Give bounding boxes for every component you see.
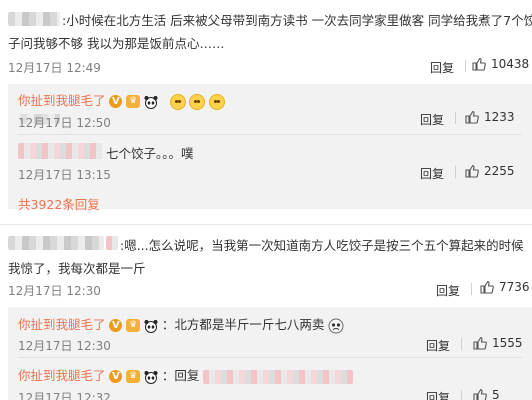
like-button[interactable]: 1233 [465,110,515,124]
panda-icon [144,370,158,384]
v-badge-icon: V [109,95,123,108]
reply-button[interactable]: 回复 [420,111,444,128]
reply-date: 12月17日 12:32 [18,391,111,400]
username-mosaic [8,12,60,26]
comment-text-line1: :嗯...怎么说呢，当我第一次知道南方人吃饺子是按三个五个算起来的时候 [120,238,524,253]
reply-button[interactable]: 回复 [426,337,450,354]
comment-text-line2: 我惊了，我每次都是一斤 [8,261,146,276]
v-badge-icon: V [109,370,123,383]
thumbs-up-icon [472,57,486,71]
panda-icon [144,95,158,109]
like-button[interactable]: 1555 [473,336,523,350]
username-mosaic [203,369,354,384]
comment-text-line1: :小时候在北方生活 后来被父母带到南方读书 一次去同学家里做客 同学给我煮了7个… [62,13,532,28]
action-divider [461,338,462,350]
reply-divider [18,134,522,135]
reply-section: 你扯到我腿毛了 V ♛ ：北方都是半斤一斤七八两卖 12月17日 12:30 回… [8,307,532,400]
reply-date: 12月17日 13:15 [18,168,111,182]
reply-author[interactable]: 你扯到我腿毛了 [18,93,106,108]
crown-icon: ♛ [126,95,141,108]
comment-2: :嗯...怎么说呢，当我第一次知道南方人吃饺子是按三个五个算起来的时候 我惊了，… [0,225,532,400]
crown-icon: ♛ [126,319,141,332]
reply-author[interactable]: 你扯到我腿毛了 [18,368,106,383]
like-count: 1555 [492,336,523,350]
reply-button[interactable]: 回复 [430,59,454,76]
reply-item: 你扯到我腿毛了 V ♛ ：回复 12月17日 12:32 回复 5 [8,359,532,400]
username-mosaic [8,236,104,250]
reply-button[interactable]: 回复 [420,165,444,182]
thumbs-up-icon [480,280,494,294]
v-badge-icon: V [109,319,123,332]
like-button[interactable]: 7736 [480,280,530,294]
thumbs-up-icon [473,336,487,350]
username-mosaic [18,143,102,159]
reply-button[interactable]: 回复 [436,282,460,299]
reply-item: 你扯到我腿毛了 V ♛ ：北方都是半斤一斤七八两卖 12月17日 12:30 回… [8,307,532,357]
view-all-replies-link[interactable]: 共3922条回复 [18,194,100,213]
like-button[interactable]: 5 [473,388,500,400]
like-count: 2255 [484,164,515,178]
user-badge-mosaic [106,236,118,250]
like-count: 5 [492,388,500,400]
panda-icon [144,319,158,333]
laugh-emoji-icon [189,93,206,110]
comment-date: 12月17日 12:30 [8,284,101,298]
comment-1: :小时候在北方生活 后来被父母带到南方读书 一次去同学家里做客 同学给我煮了7个… [0,0,532,212]
reply-button[interactable]: 回复 [426,389,450,400]
laugh-emoji-icon [209,93,226,110]
reply-divider [18,357,522,358]
reply-item: 你扯到我腿毛了 V ♛ 12月17日 12:50 回复 1233 [8,84,532,134]
reply-date: 12月17日 12:30 [18,339,111,353]
like-count: 7736 [499,280,530,294]
like-button[interactable]: 10438 [472,57,529,71]
action-divider [461,390,462,400]
reply-item: 七个饺子。。。噗 12月17日 13:15 回复 2255 [8,136,532,184]
reply-text: 七个饺子。。。噗 [106,146,194,161]
laugh-emoji-icon [169,93,186,110]
crown-icon: ♛ [126,370,141,383]
action-divider [465,60,466,72]
comment-text-line2: 子问我够不够 我以为那是饭前点心…… [8,36,225,51]
like-count: 10438 [491,57,530,71]
thumbs-up-icon [473,388,487,400]
action-divider [471,283,472,295]
action-divider [455,166,456,178]
reply-section: 你扯到我腿毛了 V ♛ 12月17日 12:50 回复 1233 七个饺子。。。… [8,84,532,212]
like-count: 1233 [484,110,515,124]
reply-date: 12月17日 12:50 [18,116,111,130]
reply-text: ：北方都是半斤一斤七八两卖 [161,317,325,332]
thumbs-up-icon [465,110,479,124]
like-button[interactable]: 2255 [465,164,515,178]
reply-text: ：回复 [161,368,200,383]
thumbs-up-icon [465,164,479,178]
cry-emoji-icon [328,318,344,333]
reply-author[interactable]: 你扯到我腿毛了 [18,317,106,332]
action-divider [455,112,456,124]
comment-date: 12月17日 12:49 [8,61,101,75]
